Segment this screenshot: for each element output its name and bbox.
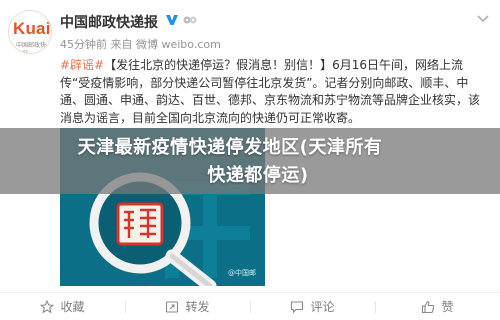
avatar-subtitle: 中国邮政快递报	[16, 42, 47, 53]
member-badge-icon	[183, 16, 197, 24]
avatar-logo-text: Kuai	[13, 19, 51, 38]
repost-label: 转发	[185, 300, 210, 314]
comment-button[interactable]: 评论	[250, 293, 375, 320]
avatar[interactable]: Kuai 中国邮政快递报	[8, 10, 52, 54]
account-name[interactable]: 中国邮政快递报	[60, 12, 158, 32]
repost-button[interactable]: 转发	[125, 293, 250, 320]
overlay-title-line-1: 天津最新疫情快递停发地区(天津所有	[77, 137, 383, 158]
verified-icon	[166, 15, 178, 25]
image-watermark: @中国邮	[228, 269, 256, 277]
post-body-text: 【发往北京的快递停运？假消息！别信！】6月16日午间，网络上流传“受疫情影响，部…	[60, 58, 481, 125]
favorite-button[interactable]: 收藏	[0, 293, 125, 320]
repost-icon	[166, 300, 179, 313]
comment-label: 评论	[310, 300, 335, 314]
overlay-title-line-2: 快递都停运)	[207, 165, 309, 186]
chevron-down-icon[interactable]	[476, 14, 490, 24]
star-icon	[40, 299, 55, 313]
hashtag-link[interactable]: #辟谣#	[60, 58, 104, 72]
like-button[interactable]: 赞	[375, 293, 500, 320]
like-label: 赞	[441, 300, 454, 314]
favorite-label: 收藏	[60, 300, 85, 314]
action-toolbar: 收藏 转发 评论 赞	[0, 292, 500, 320]
post-meta: 45分钟前 来自 微博 weibo.com	[60, 38, 221, 51]
comment-icon	[291, 300, 304, 313]
weibo-post-screen: Kuai 中国邮政快递报 中国邮政快递报 45分钟前 来自 微博 weibo.c…	[0, 0, 500, 320]
thumbs-up-icon	[422, 300, 435, 313]
overlay-title-band: 天津最新疫情快递停发地区(天津所有 快递都停运)	[0, 128, 500, 194]
post-text: #辟谣#【发往北京的快递停运？假消息！别信！】6月16日午间，网络上流传“受疫情…	[60, 57, 488, 127]
